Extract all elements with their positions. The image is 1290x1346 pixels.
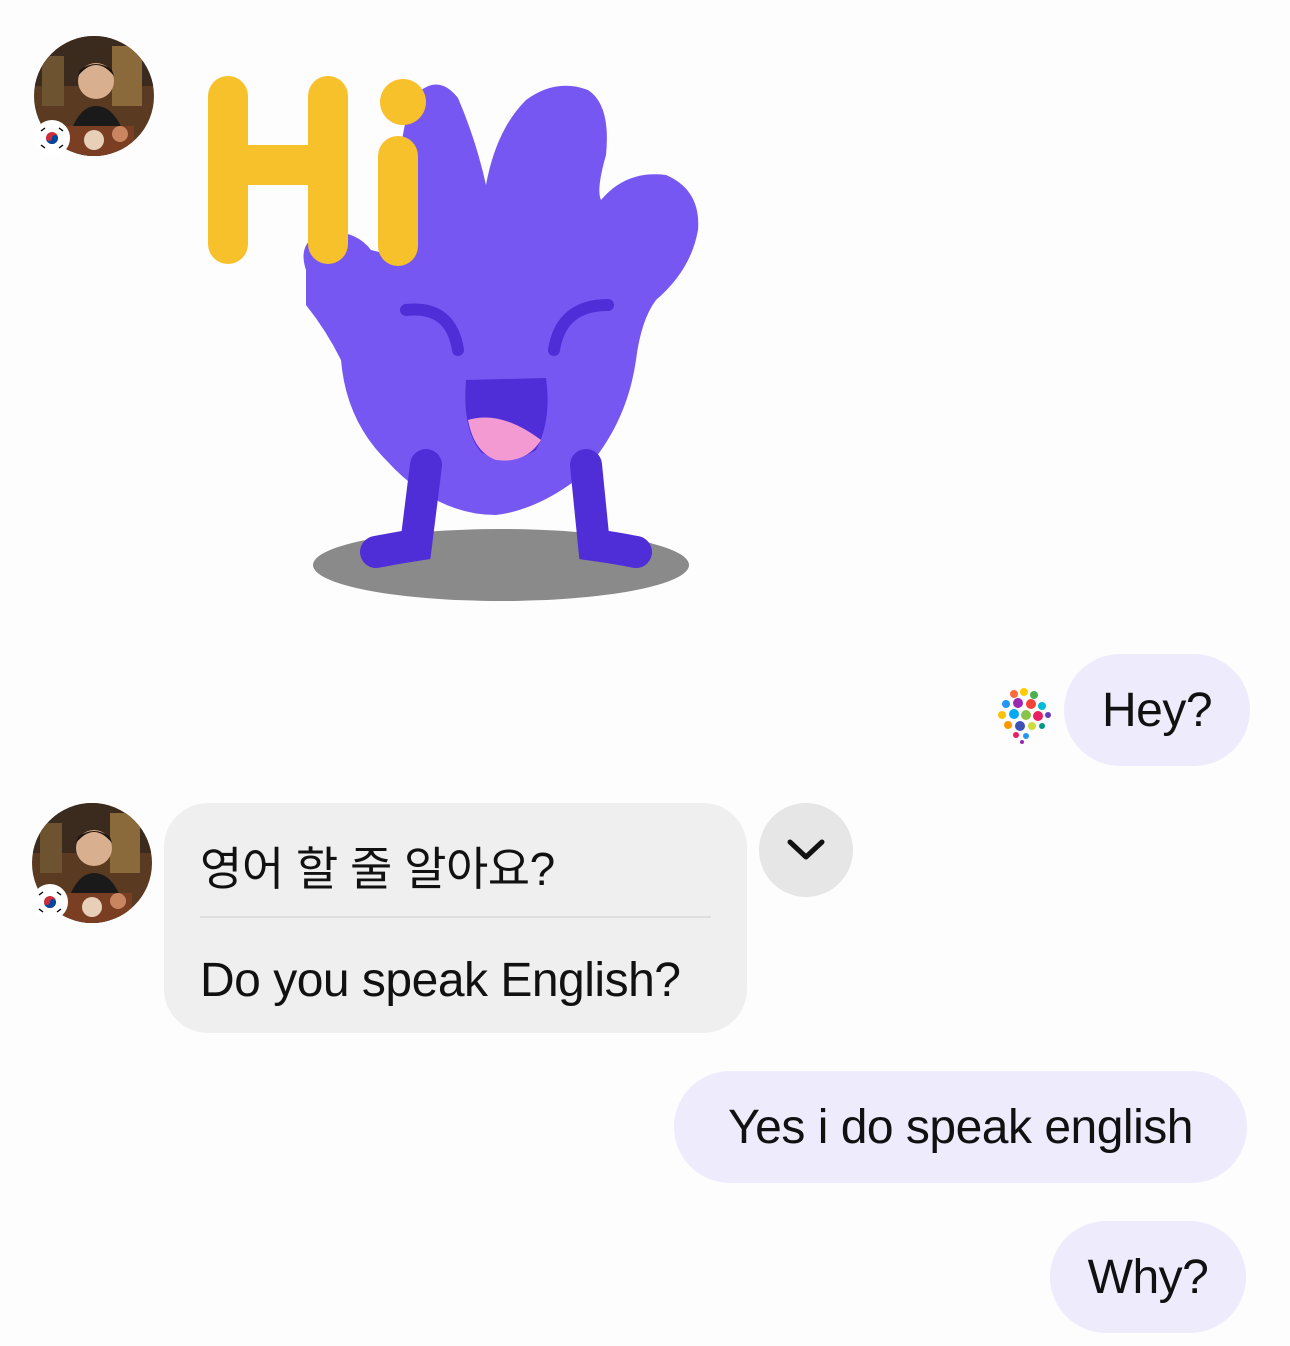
contact-flag — [34, 120, 70, 156]
hi-sticker[interactable]: Hi — [196, 60, 706, 610]
message-translation-text: Do you speak English? — [200, 954, 681, 1007]
message-bubble-outgoing[interactable]: Yes i do speak english — [674, 1071, 1247, 1183]
message-bubble-incoming-translated[interactable]: 영어 할 줄 알아요? Do you speak English? — [164, 803, 747, 1033]
message-text: Yes i do speak english — [728, 1100, 1193, 1154]
contact-flag — [32, 884, 68, 920]
expand-translation-button[interactable] — [759, 803, 853, 897]
message-original-text: 영어 할 줄 알아요? — [200, 843, 555, 895]
sticker-text: Hi — [196, 60, 198, 61]
hellotalk-logo-icon — [994, 684, 1054, 744]
translation-divider — [200, 916, 711, 918]
chevron-down-icon — [787, 839, 825, 860]
south-korea-flag-icon — [34, 886, 66, 918]
message-bubble-outgoing[interactable]: Why? — [1050, 1221, 1246, 1333]
message-bubble-outgoing[interactable]: Hey? — [1064, 654, 1250, 766]
message-text: Hey? — [1101, 683, 1213, 737]
message-text: Why? — [1087, 1250, 1209, 1304]
waving-hand-sticker-icon: Hi — [196, 60, 699, 601]
south-korea-flag-icon — [36, 122, 68, 154]
